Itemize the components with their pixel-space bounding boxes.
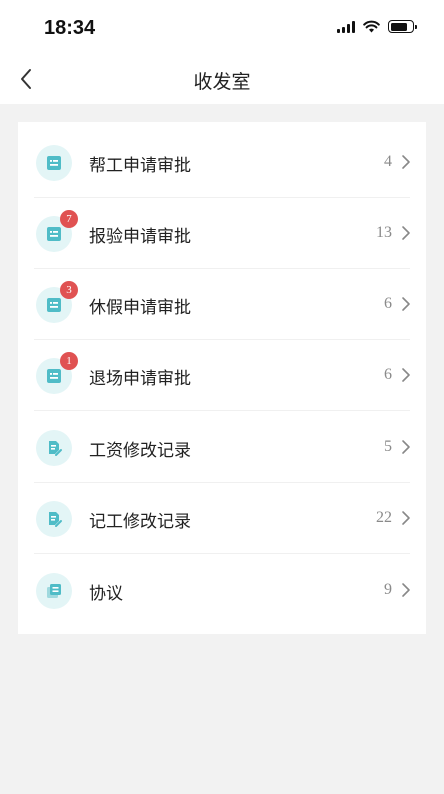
menu-item-count: 9 [384, 581, 392, 598]
menu-item-count: 5 [384, 438, 392, 455]
agreement-icon [36, 573, 72, 609]
chevron-right-icon [402, 368, 410, 382]
menu-item-label: 报验申请审批 [89, 227, 191, 247]
page-title: 收发室 [193, 71, 251, 93]
menu-item-label: 帮工申请审批 [89, 156, 191, 176]
divider [34, 553, 410, 554]
divider [34, 410, 410, 411]
edit-document-icon [36, 430, 72, 466]
chevron-right-icon [402, 226, 410, 240]
menu-item-label: 工资修改记录 [89, 441, 191, 461]
notification-badge: 1 [60, 352, 78, 370]
menu-item-count: 6 [384, 295, 392, 312]
chevron-right-icon [402, 155, 410, 169]
menu-item-leave-approval[interactable]: 3 休假申请审批 6 [18, 269, 426, 340]
menu-item-count: 22 [376, 509, 392, 526]
menu-item-label: 休假申请审批 [89, 298, 191, 318]
nav-bar: 收发室 [0, 54, 444, 104]
menu-item-count: 6 [384, 366, 392, 383]
chevron-right-icon [402, 511, 410, 525]
menu-item-agreement[interactable]: 协议 9 [18, 555, 426, 626]
status-icons [337, 20, 417, 33]
chevron-right-icon [402, 440, 410, 454]
menu-item-label: 记工修改记录 [89, 512, 191, 532]
edit-document-icon [36, 501, 72, 537]
menu-item-attendance-change-log[interactable]: 记工修改记录 22 [18, 483, 426, 554]
chevron-right-icon [402, 297, 410, 311]
menu-item-label: 退场申请审批 [89, 369, 191, 389]
menu-item-wage-change-log[interactable]: 工资修改记录 5 [18, 412, 426, 483]
menu-item-exit-approval[interactable]: 1 退场申请审批 6 [18, 340, 426, 411]
menu-item-label: 协议 [89, 584, 123, 604]
signal-icon [337, 20, 355, 33]
notification-badge: 3 [60, 281, 78, 299]
menu-item-helper-approval[interactable]: 帮工申请审批 4 [18, 127, 426, 198]
battery-icon [388, 20, 417, 33]
wifi-icon [363, 20, 380, 33]
menu-card: 帮工申请审批 4 7 报验申请审批 13 3 休假申请审批 6 1 退场申请审批… [18, 122, 426, 634]
menu-item-inspection-approval[interactable]: 7 报验申请审批 13 [18, 198, 426, 269]
status-time: 18:34 [44, 17, 96, 39]
menu-item-count: 13 [376, 224, 392, 241]
notification-badge: 7 [60, 210, 78, 228]
form-icon [36, 145, 72, 181]
status-bar: 18:34 [0, 0, 444, 54]
chevron-right-icon [402, 583, 410, 597]
menu-item-count: 4 [384, 153, 392, 170]
